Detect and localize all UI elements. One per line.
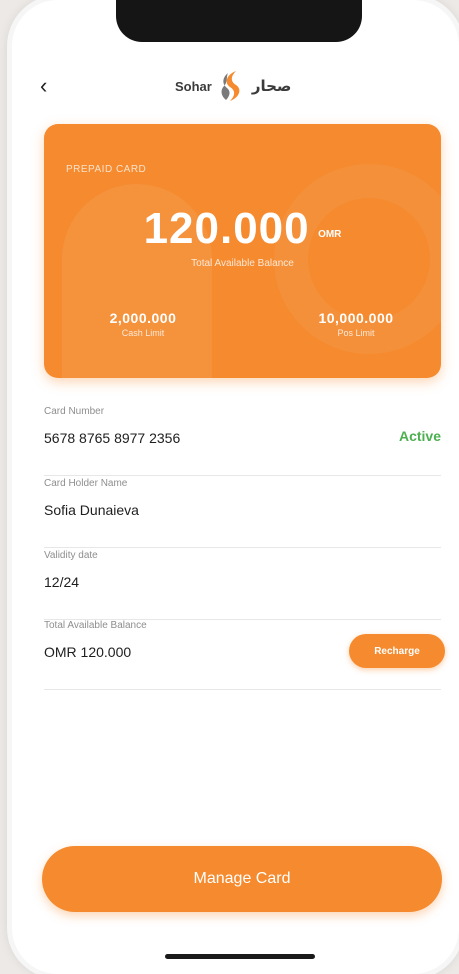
cash-limit-label: Cash Limit — [121, 328, 165, 338]
logo-text-ar: صحار — [251, 78, 292, 95]
status-badge: Active — [398, 428, 441, 444]
validity-value: 12/24 — [44, 574, 80, 590]
logo-mark-icon — [221, 71, 240, 101]
chevron-left-icon: ‹ — [40, 73, 48, 98]
card-number-label: Card Number — [44, 406, 105, 417]
total-balance-label: Total Available Balance — [44, 620, 147, 631]
pos-limit: 10,000.000 Pos Limit — [296, 310, 416, 338]
card-holder-field: Card Holder Name Sofia Dunaieva — [44, 478, 441, 548]
sohar-logo: Sohar صحار — [175, 66, 315, 106]
home-indicator[interactable] — [165, 954, 315, 959]
prepaid-card: PREPAID CARD 120.000 OMR Total Available… — [44, 124, 441, 378]
total-balance-value: OMR 120.000 — [44, 644, 132, 660]
phone-frame: ‹ Sohar صحار PREPAID CARD 120.000 OMR To… — [12, 0, 459, 974]
notch — [116, 0, 362, 42]
cash-limit-value: 2,000.000 — [109, 310, 177, 326]
balance-currency: OMR — [318, 229, 342, 240]
cash-limit: 2,000.000 Cash Limit — [88, 310, 198, 338]
balance-field: Total Available Balance OMR 120.000 Rech… — [44, 620, 445, 690]
card-number-value: 5678 8765 8977 2356 — [44, 430, 181, 446]
back-button[interactable]: ‹ — [40, 72, 64, 100]
balance-amount: 120.000 — [143, 204, 310, 253]
pos-limit-value: 10,000.000 — [318, 310, 394, 326]
logo-text-en: Sohar — [175, 78, 212, 94]
pos-limit-label: Pos Limit — [337, 328, 375, 338]
card-holder-value: Sofia Dunaieva — [44, 502, 139, 518]
validity-label: Validity date — [44, 550, 98, 561]
balance-label: Total Available Balance — [191, 258, 294, 269]
card-holder-label: Card Holder Name — [44, 478, 128, 489]
card-number-field: Card Number 5678 8765 8977 2356 Active — [44, 406, 441, 476]
card-balance: 120.000 OMR — [44, 204, 441, 254]
validity-field: Validity date 12/24 — [44, 550, 441, 620]
card-type-label: PREPAID CARD — [66, 164, 147, 175]
recharge-button[interactable]: Recharge — [349, 634, 445, 668]
manage-card-button[interactable]: Manage Card — [42, 846, 442, 912]
